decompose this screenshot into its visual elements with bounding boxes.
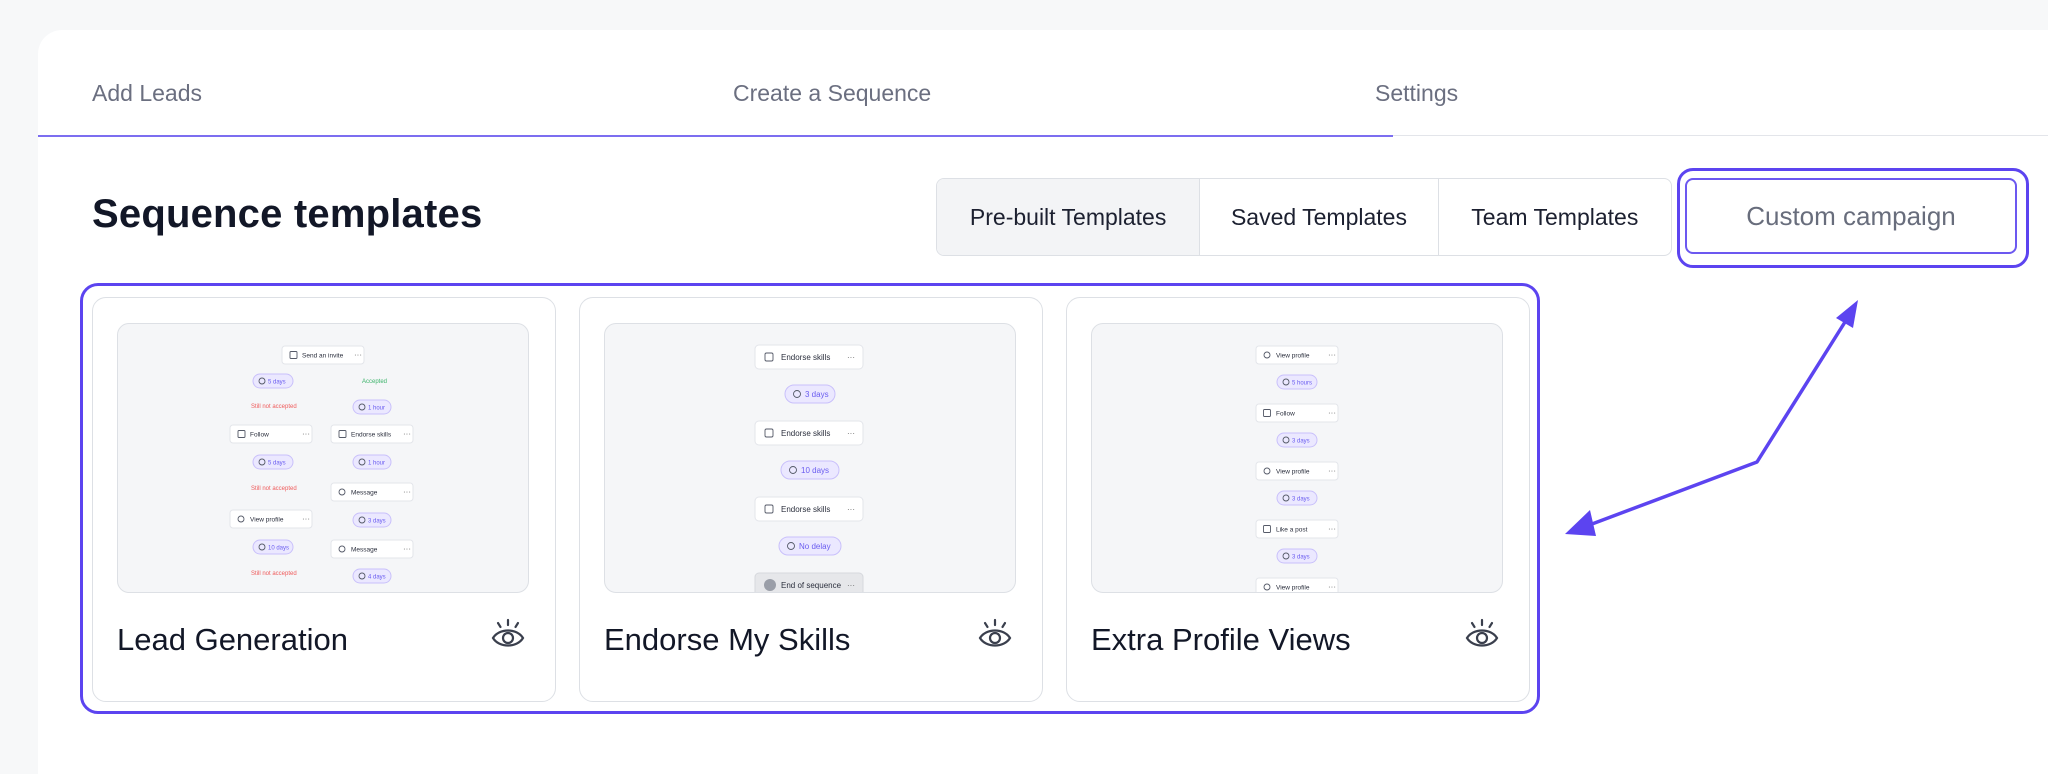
step-tab-add-leads[interactable]: Add Leads xyxy=(92,80,202,107)
template-name: Endorse My Skills xyxy=(604,622,851,657)
tab-team-templates[interactable]: Team Templates xyxy=(1439,179,1671,255)
tab-prebuilt-templates[interactable]: Pre-built Templates xyxy=(937,179,1201,255)
node-label: View profile xyxy=(250,517,284,524)
step-progress-track xyxy=(1393,135,2048,136)
svg-text:···: ··· xyxy=(847,429,855,438)
svg-text:···: ··· xyxy=(1328,525,1336,534)
sequence-preview: View profile ··· 5 hours Follow ··· 3 da… xyxy=(1091,323,1503,593)
step-tab-settings[interactable]: Settings xyxy=(1375,80,1458,107)
delay-label: 4 days xyxy=(368,575,386,581)
template-type-switcher: Pre-built Templates Saved Templates Team… xyxy=(936,178,1672,256)
condition-label: Still not accepted xyxy=(251,571,297,577)
svg-text:···: ··· xyxy=(302,430,310,439)
delay-label: 3 days xyxy=(1292,555,1310,561)
node-label: Endorse skills xyxy=(781,353,830,362)
eye-icon[interactable] xyxy=(489,616,527,654)
node-label: View profile xyxy=(1276,353,1310,360)
node-label: Message xyxy=(351,490,378,497)
sequence-diagram: Endorse skills ··· 3 days Endorse skills… xyxy=(754,344,864,592)
condition-label: Still not accepted xyxy=(251,404,297,410)
node-label: Like a post xyxy=(1276,527,1308,534)
delay-label: 10 days xyxy=(268,546,289,552)
template-card-extra-profile-views[interactable]: View profile ··· 5 hours Follow ··· 3 da… xyxy=(1066,297,1530,702)
svg-text:···: ··· xyxy=(403,488,411,497)
step-progress-active xyxy=(38,135,1393,137)
template-card-endorse-my-skills[interactable]: Endorse skills ··· 3 days Endorse skills… xyxy=(579,297,1043,702)
node-label: Endorse skills xyxy=(781,429,830,438)
delay-label: 1 hour xyxy=(368,461,385,467)
condition-label: Still not accepted xyxy=(251,486,297,492)
svg-text:···: ··· xyxy=(302,515,310,524)
svg-text:···: ··· xyxy=(1328,583,1336,592)
delay-label: 3 days xyxy=(805,390,829,399)
node-label: Endorse skills xyxy=(351,432,392,439)
tab-saved-templates[interactable]: Saved Templates xyxy=(1200,179,1439,255)
sequence-diagram: Send an invite ··· 5 days Still not acce… xyxy=(229,345,414,584)
svg-text:···: ··· xyxy=(1328,467,1336,476)
node-label: Follow xyxy=(1276,411,1295,418)
node-label: End of sequence xyxy=(781,581,842,590)
svg-text:···: ··· xyxy=(403,430,411,439)
sequence-preview: Endorse skills ··· 3 days Endorse skills… xyxy=(604,323,1016,593)
template-name: Lead Generation xyxy=(117,622,348,657)
custom-campaign-button[interactable]: Custom campaign xyxy=(1685,178,2017,254)
delay-label: 5 days xyxy=(268,380,286,386)
sequence-preview: Send an invite ··· 5 days Still not acce… xyxy=(117,323,529,593)
delay-label: 3 days xyxy=(1292,497,1310,503)
eye-icon[interactable] xyxy=(1463,616,1501,654)
delay-label: 1 hour xyxy=(368,406,385,412)
delay-label: 5 days xyxy=(268,461,286,467)
svg-text:···: ··· xyxy=(847,353,855,362)
template-card-lead-generation[interactable]: Send an invite ··· 5 days Still not acce… xyxy=(92,297,556,702)
svg-text:···: ··· xyxy=(403,545,411,554)
node-label: View profile xyxy=(1276,585,1310,592)
eye-icon[interactable] xyxy=(976,616,1014,654)
node-label: Send an invite xyxy=(302,353,344,360)
node-label: Follow xyxy=(250,432,269,439)
svg-text:···: ··· xyxy=(847,581,855,590)
svg-text:···: ··· xyxy=(847,505,855,514)
delay-label: 3 days xyxy=(368,519,386,525)
page-title: Sequence templates xyxy=(92,192,483,236)
template-name: Extra Profile Views xyxy=(1091,622,1351,657)
svg-text:···: ··· xyxy=(1328,409,1336,418)
svg-text:···: ··· xyxy=(1328,351,1336,360)
node-label: Endorse skills xyxy=(781,505,830,514)
delay-label: 5 hours xyxy=(1292,381,1312,387)
node-label: View profile xyxy=(1276,469,1310,476)
delay-label: 3 days xyxy=(1292,439,1310,445)
step-tab-create-sequence[interactable]: Create a Sequence xyxy=(733,80,931,107)
svg-text:···: ··· xyxy=(354,351,362,360)
delay-label: No delay xyxy=(799,542,831,551)
delay-label: 10 days xyxy=(801,466,829,475)
step-tabs: Add Leads Create a Sequence Settings xyxy=(38,60,2048,138)
sequence-diagram: View profile ··· 5 hours Follow ··· 3 da… xyxy=(1255,345,1339,592)
node-label: Message xyxy=(351,547,378,554)
condition-label: Accepted xyxy=(362,379,387,385)
